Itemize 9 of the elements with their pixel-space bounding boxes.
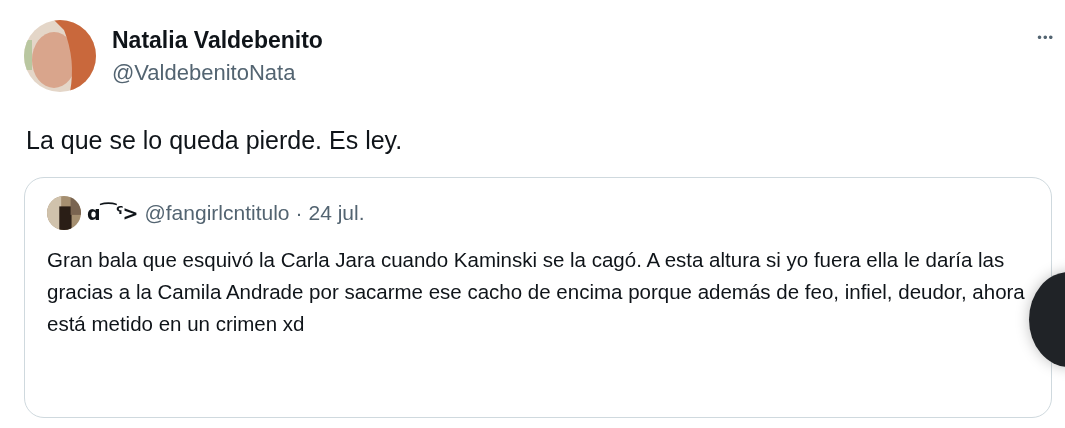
more-options-icon[interactable]: •••: [1037, 30, 1054, 45]
quoted-tweet-text: Gran bala que esquivó la Carla Jara cuando Kaminski se la cagó. A esta altura si yo fuera ella le daría las gracias a la Camila Andrade por sacarme ese cacho de encima porque además de feo, infiel, deudor, ahora está metido en un crimen xd: [47, 247, 1026, 337]
quoted-author-name: ɑ⁀ˤ>: [87, 202, 139, 224]
tweet-text: La que se lo queda pierde. Es ley.: [26, 126, 403, 155]
author-name[interactable]: Natalia Valdebenito: [112, 26, 323, 54]
separator-dot: ·: [295, 201, 303, 225]
quoted-author-handle: @fangirlcntitulo: [144, 201, 290, 225]
author-handle[interactable]: @ValdebenitoNata: [112, 59, 296, 86]
quoted-date: 24 jul.: [308, 201, 365, 225]
